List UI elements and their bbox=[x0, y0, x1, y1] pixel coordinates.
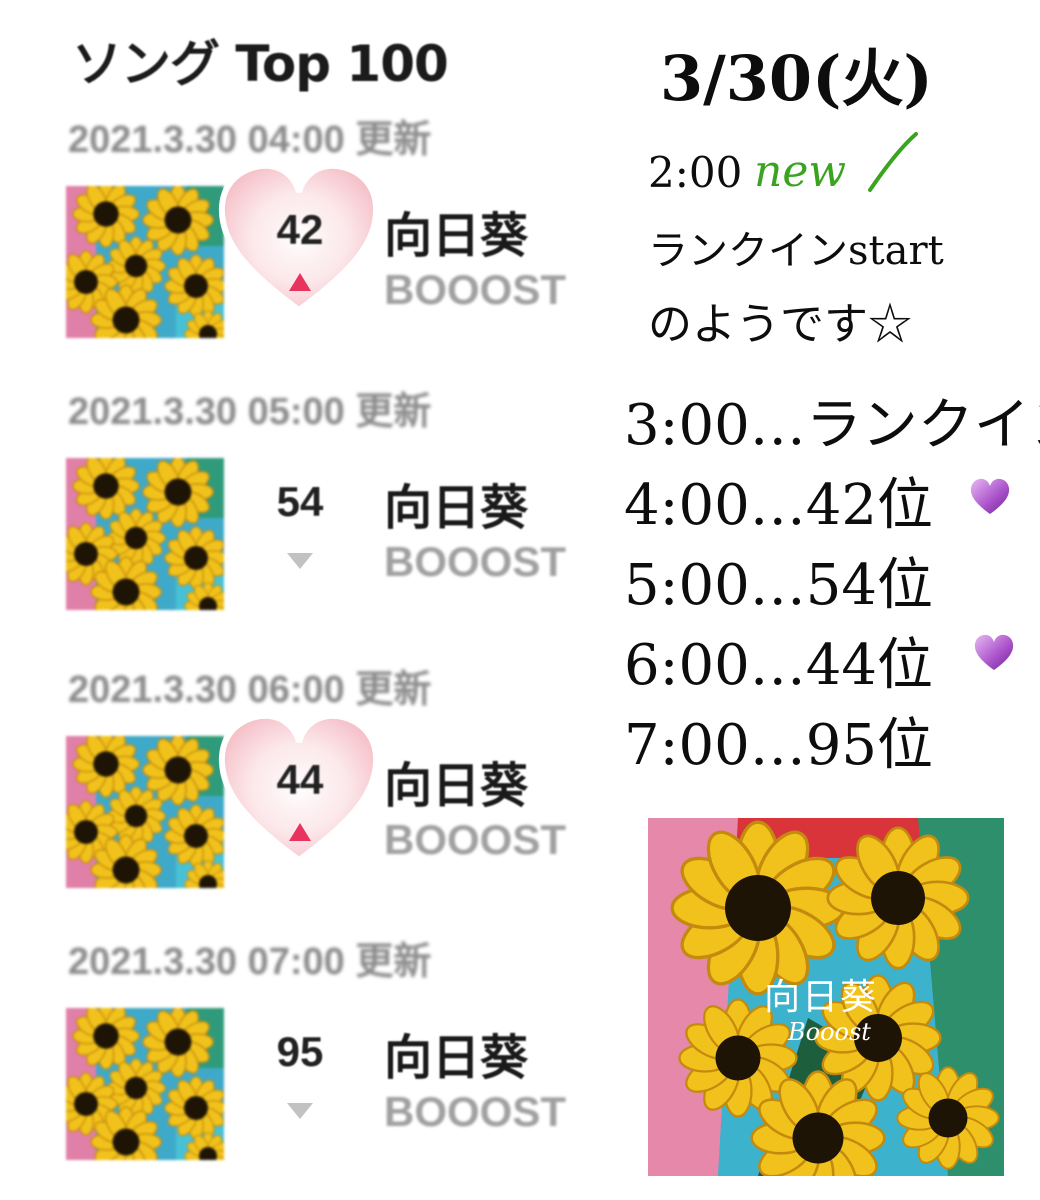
cover-artist-name: Booost bbox=[788, 1018, 871, 1046]
chart-entry[interactable]: 2021.3.30 05:00 更新 54 向日葵 BOOOST bbox=[0, 380, 620, 640]
rank-number: 54 bbox=[276, 478, 324, 525]
update-timestamp: 2021.3.30 06:00 更新 bbox=[68, 669, 432, 711]
artist-name: BOOOST bbox=[384, 816, 567, 863]
artist-name: BOOOST bbox=[384, 1088, 567, 1135]
schedule-line: 3:00…ランクイン bbox=[624, 393, 1040, 458]
update-timestamp: 2021.3.30 07:00 更新 bbox=[68, 941, 432, 983]
rank-up-arrow-icon bbox=[289, 823, 311, 841]
artist-name: BOOOST bbox=[384, 538, 567, 585]
rank-down-arrow-icon bbox=[287, 553, 313, 569]
sunflower-album-art-icon bbox=[66, 1008, 224, 1160]
cover-song-title: 向日葵 bbox=[764, 977, 879, 1018]
artist-name: BOOOST bbox=[384, 266, 567, 313]
song-title: 向日葵 bbox=[384, 1030, 529, 1086]
purple-heart-icon bbox=[974, 634, 1014, 670]
song-title: 向日葵 bbox=[384, 208, 529, 264]
annotation-date: 3/30(火) bbox=[660, 42, 933, 115]
checkmark-swoosh-icon bbox=[868, 132, 918, 192]
schedule-line: 5:00…54位 bbox=[624, 553, 934, 618]
update-timestamp: 2021.3.30 04:00 更新 bbox=[68, 119, 432, 161]
rank-down-arrow-icon bbox=[287, 1103, 313, 1119]
sunflower-album-art-icon bbox=[66, 458, 224, 610]
purple-heart-icon bbox=[970, 478, 1010, 514]
chart-entry[interactable]: 2021.3.30 07:00 更新 95 向日葵 BOOOST bbox=[0, 930, 620, 1190]
song-title: 向日葵 bbox=[384, 480, 529, 536]
update-timestamp: 2021.3.30 05:00 更新 bbox=[68, 391, 432, 433]
album-cover: 向日葵 Booost bbox=[648, 818, 1004, 1176]
annotation-note-line3: のようです☆ bbox=[648, 299, 912, 350]
chart-entry[interactable]: 2021.3.30 06:00 更新 44 向日葵 BOOOST bbox=[0, 658, 620, 918]
annotation-note-time: 2:00 bbox=[648, 148, 743, 197]
rank-number: 44 bbox=[276, 756, 324, 803]
schedule-line: 6:00…44位 bbox=[624, 633, 934, 698]
rank-number: 95 bbox=[276, 1028, 324, 1075]
song-title: 向日葵 bbox=[384, 758, 529, 814]
page-title: ソング Top 100 bbox=[72, 35, 449, 93]
sunflower-album-art-icon bbox=[66, 736, 224, 888]
sunflower-album-art-icon bbox=[66, 186, 224, 338]
schedule-line: 4:00…42位 bbox=[624, 473, 934, 538]
rank-up-arrow-icon bbox=[289, 273, 311, 291]
rank-number: 42 bbox=[276, 206, 324, 253]
chart-entry[interactable]: 2021.3.30 04:00 更新 42 向日葵 BOOOST bbox=[0, 108, 620, 368]
schedule-line: 7:00…95位 bbox=[624, 713, 934, 778]
annotation-note-line2: ランクインstart bbox=[648, 228, 944, 274]
